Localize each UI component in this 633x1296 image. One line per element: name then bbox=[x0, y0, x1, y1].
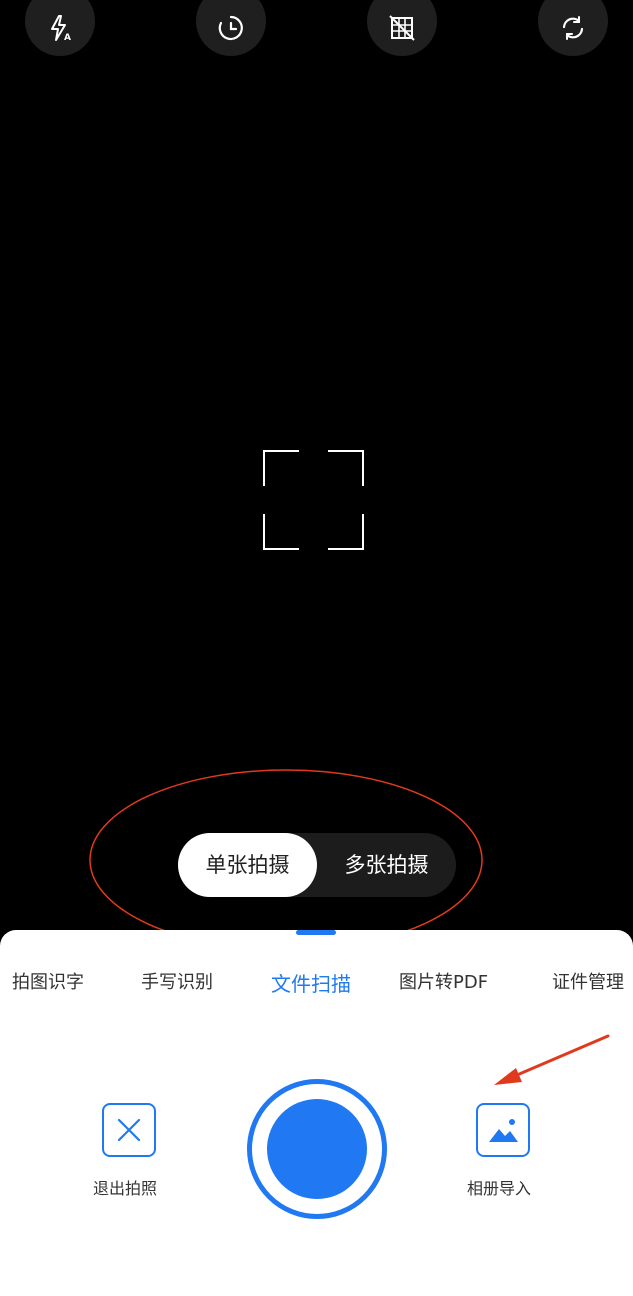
exit-button[interactable] bbox=[102, 1103, 156, 1157]
tab-handwriting[interactable]: 手写识别 bbox=[141, 968, 213, 994]
album-import-button[interactable] bbox=[476, 1103, 530, 1157]
focus-corner bbox=[328, 450, 364, 486]
tab-image-to-pdf[interactable]: 图片转PDF bbox=[399, 968, 488, 994]
timer-button[interactable] bbox=[196, 0, 266, 56]
timer-icon bbox=[218, 15, 243, 41]
flash-auto-button[interactable]: A bbox=[25, 0, 95, 56]
tab-id-management[interactable]: 证件管理 bbox=[552, 968, 624, 994]
annotation-ellipse bbox=[89, 769, 483, 951]
active-tab-indicator bbox=[296, 930, 336, 935]
grid-toggle-button[interactable] bbox=[367, 0, 437, 56]
close-icon bbox=[117, 1118, 141, 1142]
exit-label: 退出拍照 bbox=[93, 1179, 158, 1198]
album-import-label: 相册导入 bbox=[467, 1179, 532, 1198]
annotation-arrow bbox=[494, 1034, 610, 1085]
tab-file-scan[interactable]: 文件扫描 bbox=[271, 968, 351, 997]
flash-auto-icon: A bbox=[51, 15, 71, 43]
focus-frame bbox=[263, 450, 364, 550]
shutter-core[interactable] bbox=[267, 1099, 367, 1199]
svg-text:A: A bbox=[64, 33, 71, 43]
tab-photo-ocr[interactable]: 拍图识字 bbox=[12, 968, 84, 994]
grid-off-icon bbox=[389, 15, 415, 41]
focus-corner bbox=[263, 450, 299, 486]
focus-corner bbox=[328, 514, 364, 550]
rotate-icon bbox=[562, 16, 584, 40]
focus-corner bbox=[263, 514, 299, 550]
image-icon bbox=[489, 1119, 518, 1142]
rotate-camera-button[interactable] bbox=[538, 0, 608, 56]
